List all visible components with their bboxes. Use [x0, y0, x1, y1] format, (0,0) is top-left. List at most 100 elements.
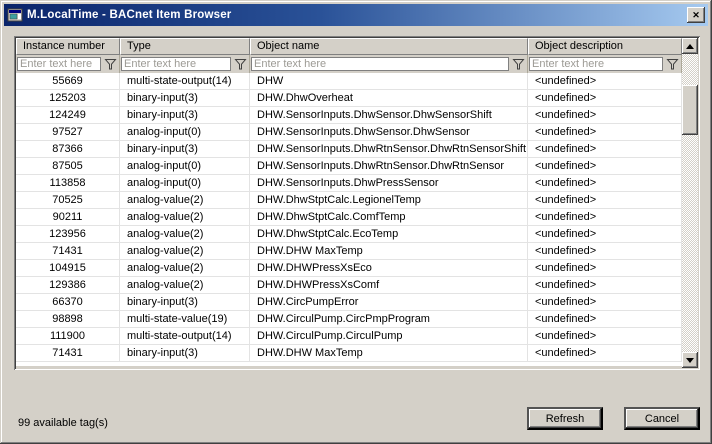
- cell-instance-number[interactable]: 113858: [16, 175, 120, 191]
- cell-object-description[interactable]: <undefined>: [528, 243, 682, 259]
- cell-object-description[interactable]: <undefined>: [528, 294, 682, 310]
- cell-instance-number[interactable]: 125203: [16, 90, 120, 106]
- cell-instance-number[interactable]: 104915: [16, 260, 120, 276]
- column-header-object-name[interactable]: Object name: [250, 38, 528, 55]
- cell-object-name[interactable]: DHW.SensorInputs.DhwRtnSensor.DhwRtnSens…: [250, 158, 528, 174]
- filter-input-instance-number[interactable]: [17, 57, 101, 71]
- cell-object-name[interactable]: DHW.DHW MaxTemp: [250, 243, 528, 259]
- cell-object-description[interactable]: <undefined>: [528, 158, 682, 174]
- cell-object-name[interactable]: DHW.SensorInputs.DhwPressSensor: [250, 175, 528, 191]
- cell-type[interactable]: binary-input(3): [120, 345, 250, 361]
- cell-object-name[interactable]: DHW.DhwOverheat: [250, 90, 528, 106]
- cell-object-name[interactable]: DHW.DhwStptCalc.LegionelTemp: [250, 192, 528, 208]
- filter-input-object-name[interactable]: [251, 57, 509, 71]
- close-button[interactable]: ✕: [687, 7, 705, 23]
- table-row[interactable]: 55669 multi-state-output(14) DHW <undefi…: [16, 73, 682, 90]
- cell-instance-number[interactable]: 55669: [16, 73, 120, 89]
- table-row[interactable]: 124249 binary-input(3) DHW.SensorInputs.…: [16, 107, 682, 124]
- cell-type[interactable]: analog-value(2): [120, 209, 250, 225]
- cell-object-description[interactable]: <undefined>: [528, 192, 682, 208]
- cell-instance-number[interactable]: 98898: [16, 311, 120, 327]
- scroll-down-button[interactable]: [682, 352, 698, 368]
- cell-instance-number[interactable]: 90211: [16, 209, 120, 225]
- cell-type[interactable]: binary-input(3): [120, 141, 250, 157]
- cell-object-description[interactable]: <undefined>: [528, 345, 682, 361]
- table-row[interactable]: 71431 binary-input(3) DHW.DHW MaxTemp <u…: [16, 345, 682, 362]
- cell-object-description[interactable]: <undefined>: [528, 328, 682, 344]
- cell-instance-number[interactable]: 97527: [16, 124, 120, 140]
- cell-instance-number[interactable]: 87505: [16, 158, 120, 174]
- table-row[interactable]: 111900 multi-state-output(14) DHW.Circul…: [16, 328, 682, 345]
- cell-instance-number[interactable]: 71431: [16, 243, 120, 259]
- cell-instance-number[interactable]: 129386: [16, 277, 120, 293]
- filter-funnel-icon[interactable]: [104, 58, 117, 71]
- cell-object-description[interactable]: <undefined>: [528, 226, 682, 242]
- cell-object-name[interactable]: DHW.SensorInputs.DhwRtnSensor.DhwRtnSens…: [250, 141, 528, 157]
- cell-type[interactable]: analog-value(2): [120, 260, 250, 276]
- table-row[interactable]: 129386 analog-value(2) DHW.DHWPressXsCom…: [16, 277, 682, 294]
- cancel-button[interactable]: Cancel: [624, 407, 700, 430]
- cell-object-name[interactable]: DHW.DHW MaxTemp: [250, 345, 528, 361]
- cell-object-description[interactable]: <undefined>: [528, 260, 682, 276]
- cell-object-name[interactable]: DHW: [250, 73, 528, 89]
- cell-type[interactable]: multi-state-value(19): [120, 311, 250, 327]
- table-row[interactable]: 104915 analog-value(2) DHW.DHWPressXsEco…: [16, 260, 682, 277]
- scroll-up-button[interactable]: [682, 38, 698, 54]
- cell-instance-number[interactable]: 124249: [16, 107, 120, 123]
- cell-object-name[interactable]: DHW.DhwStptCalc.EcoTemp: [250, 226, 528, 242]
- scrollbar-thumb[interactable]: [682, 85, 698, 135]
- cell-instance-number[interactable]: 70525: [16, 192, 120, 208]
- cell-instance-number[interactable]: 66370: [16, 294, 120, 310]
- cell-type[interactable]: binary-input(3): [120, 107, 250, 123]
- filter-funnel-icon[interactable]: [512, 58, 525, 71]
- table-row[interactable]: 97527 analog-input(0) DHW.SensorInputs.D…: [16, 124, 682, 141]
- cell-object-description[interactable]: <undefined>: [528, 141, 682, 157]
- filter-funnel-icon[interactable]: [666, 58, 679, 71]
- refresh-button[interactable]: Refresh: [527, 407, 603, 430]
- column-header-instance-number[interactable]: Instance number: [16, 38, 120, 55]
- cell-object-description[interactable]: <undefined>: [528, 175, 682, 191]
- table-row[interactable]: 87505 analog-input(0) DHW.SensorInputs.D…: [16, 158, 682, 175]
- cell-object-name[interactable]: DHW.SensorInputs.DhwSensor.DhwSensor: [250, 124, 528, 140]
- cell-object-description[interactable]: <undefined>: [528, 107, 682, 123]
- cell-type[interactable]: analog-value(2): [120, 226, 250, 242]
- titlebar[interactable]: M.LocalTime - BACnet Item Browser ✕: [4, 4, 708, 26]
- cell-type[interactable]: analog-input(0): [120, 175, 250, 191]
- table-row[interactable]: 66370 binary-input(3) DHW.CircPumpError …: [16, 294, 682, 311]
- cell-type[interactable]: analog-value(2): [120, 243, 250, 259]
- table-row[interactable]: 113858 analog-input(0) DHW.SensorInputs.…: [16, 175, 682, 192]
- cell-type[interactable]: multi-state-output(14): [120, 73, 250, 89]
- filter-input-type[interactable]: [121, 57, 231, 71]
- cell-object-name[interactable]: DHW.CirculPump.CirculPump: [250, 328, 528, 344]
- cell-type[interactable]: multi-state-output(14): [120, 328, 250, 344]
- cell-object-description[interactable]: <undefined>: [528, 277, 682, 293]
- cell-object-description[interactable]: <undefined>: [528, 209, 682, 225]
- cell-type[interactable]: analog-input(0): [120, 158, 250, 174]
- cell-object-name[interactable]: DHW.DHWPressXsEco: [250, 260, 528, 276]
- cell-type[interactable]: binary-input(3): [120, 90, 250, 106]
- cell-type[interactable]: analog-input(0): [120, 124, 250, 140]
- cell-object-description[interactable]: <undefined>: [528, 90, 682, 106]
- cell-instance-number[interactable]: 123956: [16, 226, 120, 242]
- cell-type[interactable]: binary-input(3): [120, 294, 250, 310]
- cell-instance-number[interactable]: 87366: [16, 141, 120, 157]
- cell-instance-number[interactable]: 111900: [16, 328, 120, 344]
- cell-object-description[interactable]: <undefined>: [528, 124, 682, 140]
- cell-object-name[interactable]: DHW.CircPumpError: [250, 294, 528, 310]
- cell-instance-number[interactable]: 71431: [16, 345, 120, 361]
- vertical-scrollbar[interactable]: [682, 38, 698, 368]
- cell-type[interactable]: analog-value(2): [120, 192, 250, 208]
- table-row[interactable]: 125203 binary-input(3) DHW.DhwOverheat <…: [16, 90, 682, 107]
- table-row[interactable]: 98898 multi-state-value(19) DHW.CirculPu…: [16, 311, 682, 328]
- filter-funnel-icon[interactable]: [234, 58, 247, 71]
- cell-object-name[interactable]: DHW.DhwStptCalc.ComfTemp: [250, 209, 528, 225]
- cell-type[interactable]: analog-value(2): [120, 277, 250, 293]
- table-row[interactable]: 87366 binary-input(3) DHW.SensorInputs.D…: [16, 141, 682, 158]
- table-row[interactable]: 71431 analog-value(2) DHW.DHW MaxTemp <u…: [16, 243, 682, 260]
- column-header-type[interactable]: Type: [120, 38, 250, 55]
- cell-object-description[interactable]: <undefined>: [528, 311, 682, 327]
- cell-object-description[interactable]: <undefined>: [528, 73, 682, 89]
- table-row[interactable]: 123956 analog-value(2) DHW.DhwStptCalc.E…: [16, 226, 682, 243]
- table-row[interactable]: 70525 analog-value(2) DHW.DhwStptCalc.Le…: [16, 192, 682, 209]
- table-row[interactable]: 90211 analog-value(2) DHW.DhwStptCalc.Co…: [16, 209, 682, 226]
